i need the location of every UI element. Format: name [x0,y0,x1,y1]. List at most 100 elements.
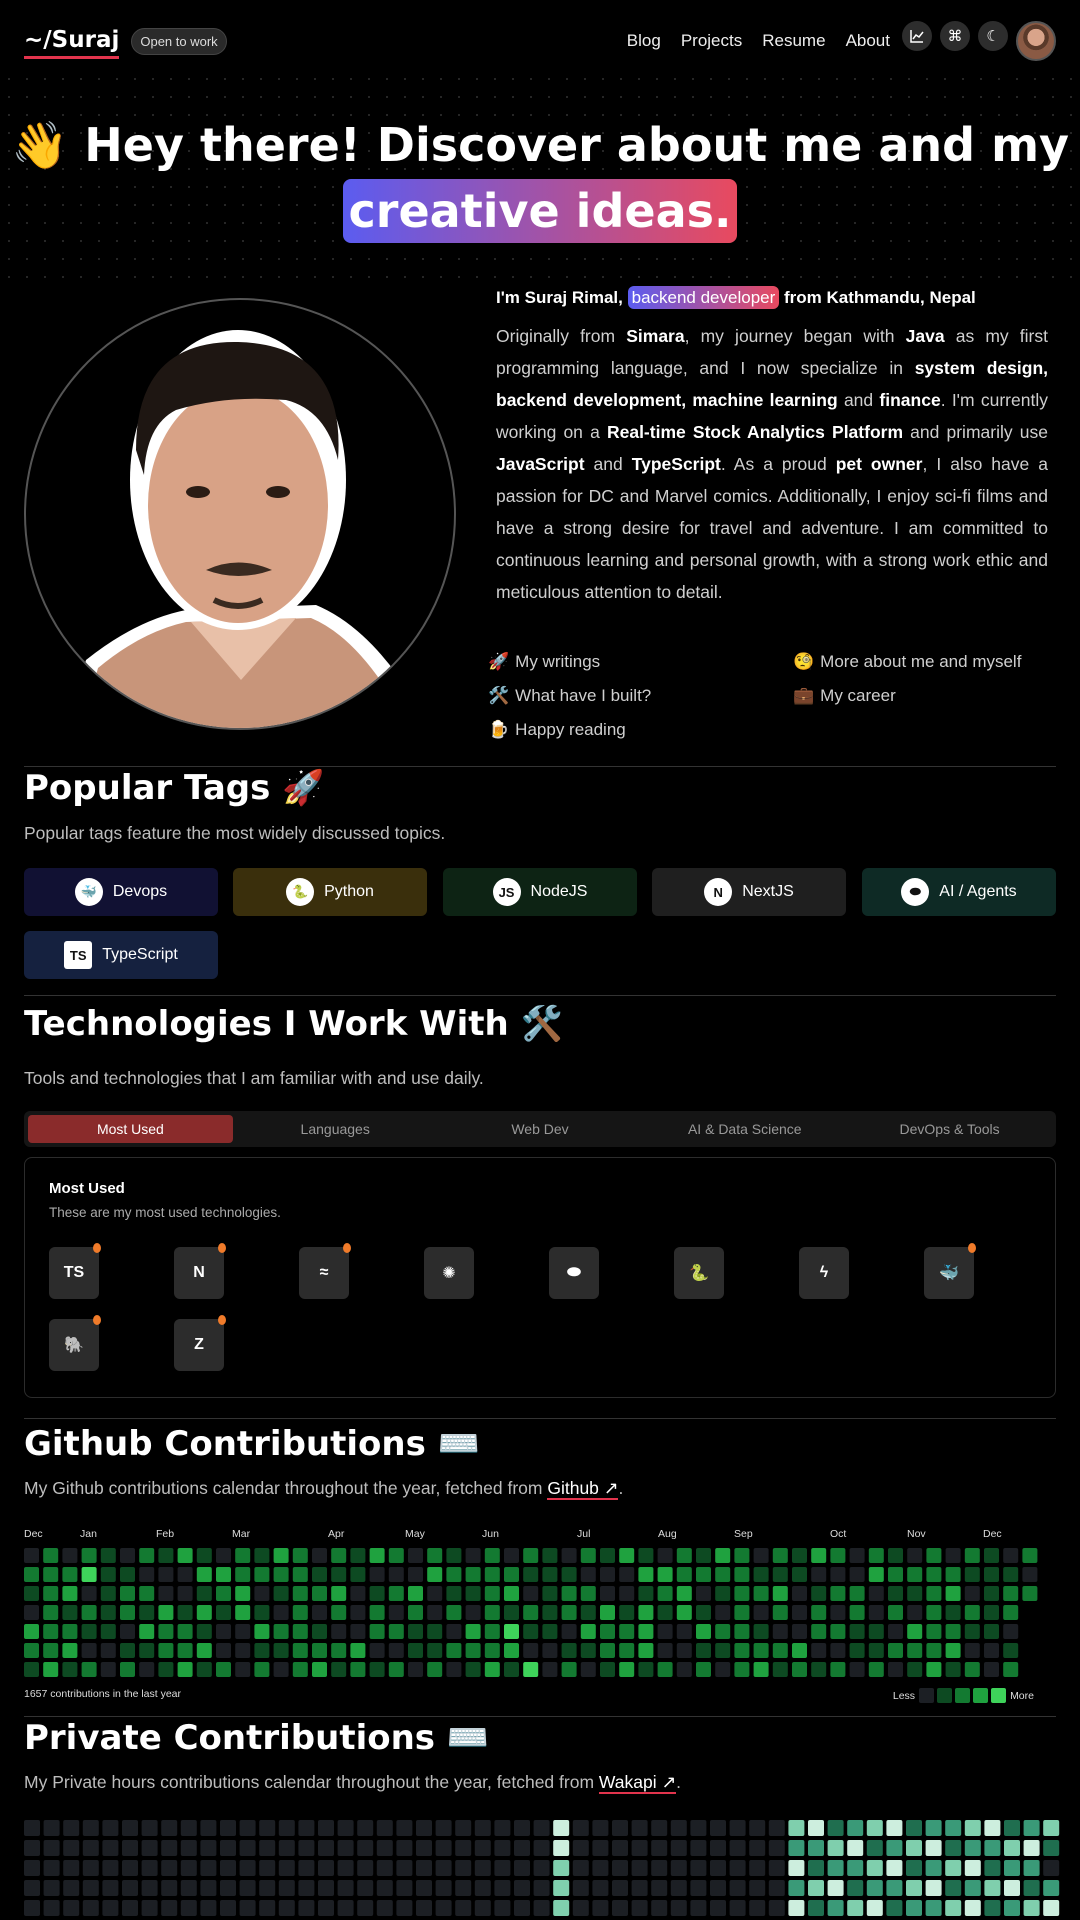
quick-link[interactable]: 🚀 My writings [488,652,793,672]
docker-icon[interactable]: 🐳 [924,1243,976,1299]
github-link[interactable]: Github ↗ [547,1478,619,1500]
contribution-cell [312,1567,327,1582]
contribution-cell [964,1624,980,1639]
private-contribution-cell [827,1880,844,1896]
contribution-cell [139,1624,155,1639]
tab-devops-tools[interactable]: DevOps & Tools [847,1115,1052,1143]
moon-icon[interactable]: ☾ [978,21,1008,51]
bio-text: Originally from [496,326,627,346]
tag-label: NodeJS [530,883,588,900]
command-icon[interactable]: ⌘ [940,21,970,51]
contribution-cell [772,1548,788,1563]
quick-link-emoji-icon: 💼 [793,686,815,705]
openai-icon[interactable]: ✺ [424,1247,474,1299]
private-contribution-cell [337,1820,354,1836]
private-contribution-cell [474,1900,491,1916]
fastapi-icon[interactable]: ϟ [799,1247,849,1299]
contribution-cell [350,1567,366,1582]
python-icon[interactable]: 🐍 [674,1247,724,1299]
nav-link-about[interactable]: About [846,31,890,51]
contribution-cell [542,1586,558,1601]
private-subtitle-text: My Private hours contributions calendar … [24,1772,599,1792]
legend-more: More [1010,1689,1034,1702]
contribution-cell [139,1567,155,1582]
quick-link[interactable]: 🍺 Happy reading [488,720,793,740]
contribution-cell [158,1643,174,1658]
private-contribution-cell [63,1880,80,1896]
avatar[interactable] [1016,21,1056,61]
tag-typescript[interactable]: TS TypeScript [24,931,218,979]
bio-emphasis: pet owner [835,454,923,474]
nav-link-resume[interactable]: Resume [762,31,825,51]
private-contribution-cell [259,1900,276,1916]
contribution-cell [600,1567,615,1582]
private-contribution-cell [514,1880,530,1896]
chart-icon[interactable] [902,21,932,51]
zustand-icon[interactable]: Z [174,1315,226,1371]
quick-link[interactable]: 💼 My career [793,686,1068,706]
private-contribution-cell [945,1820,962,1836]
private-contribution-cell [357,1840,374,1856]
python-icon: 🐍 [286,878,315,906]
tab-web-dev[interactable]: Web Dev [438,1115,643,1143]
wakapi-link[interactable]: Wakapi ↗ [598,1772,677,1794]
contribution-cell [177,1624,193,1639]
site-logo[interactable]: ~/Suraj [24,27,120,59]
contribution-cell [235,1567,251,1582]
nav-link-blog[interactable]: Blog [627,31,661,51]
tag-python[interactable]: 🐍 Python [233,868,427,916]
tab-most-used[interactable]: Most Used [28,1115,233,1143]
nav-link-projects[interactable]: Projects [681,31,742,51]
contribution-cell [561,1605,577,1620]
nextjs-icon[interactable]: N [174,1243,226,1299]
private-contribution-cell [553,1900,570,1916]
contribution-cell [657,1662,673,1677]
profile-photo [24,298,456,730]
contribution-cell [696,1567,711,1582]
contribution-cell [254,1567,270,1582]
tag-devops[interactable]: 🐳 Devops [24,868,218,916]
contribution-cell [369,1643,385,1658]
tailwind-icon[interactable]: ≈ [299,1243,351,1299]
contribution-cell [100,1662,116,1677]
contribution-cell [312,1624,327,1639]
quick-link[interactable]: 🛠️ What have I built? [488,686,793,706]
month-label: Dec [983,1528,1002,1540]
toggle-icon[interactable]: ⬬ [549,1247,599,1299]
private-contribution-cell [670,1860,687,1876]
contribution-cell [945,1567,961,1582]
contribution-cell [446,1624,462,1639]
contribution-cell [1022,1567,1038,1582]
private-contribution-cell [553,1820,570,1836]
tab-languages[interactable]: Languages [233,1115,438,1143]
hero-title: 👋 Hey there! Discover about me and my cr… [0,112,1080,244]
private-contribution-cell [514,1840,530,1856]
private-contribution-cell [455,1860,472,1876]
contribution-cell [580,1548,596,1563]
tag-nodejs[interactable]: JS NodeJS [443,868,637,916]
private-contribution-cell [886,1900,903,1916]
contribution-cell [427,1643,443,1658]
contribution-cell [292,1662,308,1677]
private-contribution-cell [631,1820,648,1836]
contribution-cell [523,1548,539,1563]
contribution-cell [772,1624,788,1639]
contribution-cell [388,1567,404,1582]
tag-ai-agents[interactable]: ⬬ AI / Agents [862,868,1056,916]
contribution-cell [196,1586,212,1601]
quick-link[interactable]: 🧐 More about me and myself [793,652,1068,672]
contribution-cell [945,1662,961,1677]
postgresql-icon[interactable]: 🐘 [49,1315,101,1371]
private-contribution-cell [1004,1860,1020,1876]
contribution-cell [235,1643,251,1658]
tag-nextjs[interactable]: N NextJS [652,868,846,916]
typescript-icon[interactable]: TS [49,1243,101,1299]
private-contribution-cell [102,1820,119,1836]
contribution-cell [235,1586,251,1601]
contribution-cell [120,1548,135,1563]
contribution-cell [62,1624,78,1639]
divider [24,1418,1056,1419]
contribution-cell [542,1662,558,1677]
private-contribution-cell [886,1880,903,1896]
tab-ai-data-science[interactable]: AI & Data Science [642,1115,847,1143]
